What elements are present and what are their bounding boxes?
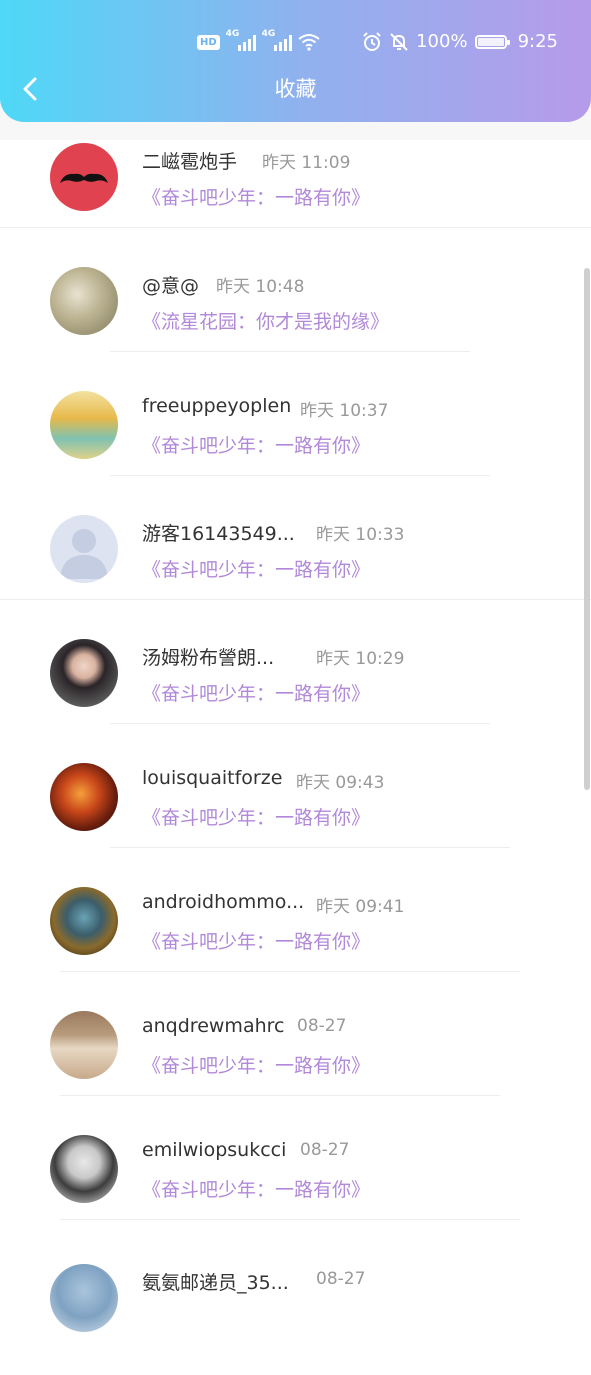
favorite-title[interactable]: 《奋斗吧少年：一路有你》 bbox=[142, 431, 370, 458]
signal-icon: 4G bbox=[226, 29, 256, 51]
list-item[interactable]: emilwiopsukcci 08-27 《奋斗吧少年：一路有你》 bbox=[0, 1127, 591, 1251]
list-item[interactable]: 二嵫雹炮手 昨天 11:09 《奋斗吧少年：一路有你》 bbox=[0, 135, 591, 259]
favorite-title[interactable]: 《奋斗吧少年：一路有你》 bbox=[142, 1051, 370, 1078]
default-user-icon bbox=[60, 529, 108, 579]
favorite-title[interactable]: 《奋斗吧少年：一路有你》 bbox=[142, 1175, 370, 1202]
timestamp: 昨天 10:29 bbox=[316, 649, 405, 669]
avatar[interactable] bbox=[50, 143, 118, 211]
avatar[interactable] bbox=[50, 391, 118, 459]
timestamp: 昨天 10:37 bbox=[300, 401, 389, 421]
timestamp: 08-27 bbox=[297, 1016, 347, 1036]
list-item[interactable]: anqdrewmahrc 08-27 《奋斗吧少年：一路有你》 bbox=[0, 1003, 591, 1127]
divider bbox=[110, 351, 470, 352]
page-title: 收藏 bbox=[274, 77, 317, 101]
divider bbox=[60, 971, 520, 972]
timestamp: 昨天 09:43 bbox=[296, 773, 385, 793]
user-name: 氨氨邮递员_35... bbox=[142, 1272, 289, 1294]
timestamp: 昨天 10:48 bbox=[216, 277, 305, 297]
avatar[interactable] bbox=[50, 763, 118, 831]
avatar[interactable] bbox=[50, 887, 118, 955]
mustache-icon bbox=[60, 173, 108, 183]
avatar[interactable] bbox=[50, 1011, 118, 1079]
user-name: @意@ bbox=[142, 275, 200, 297]
favorite-title[interactable]: 《奋斗吧少年：一路有你》 bbox=[142, 927, 370, 954]
app-header: HD 4G 4G 100% 9:25 收藏 bbox=[0, 0, 591, 122]
divider bbox=[110, 847, 510, 848]
timestamp: 昨天 11:09 bbox=[262, 153, 351, 173]
avatar[interactable] bbox=[50, 639, 118, 707]
user-name: 二嵫雹炮手 bbox=[142, 151, 238, 173]
status-right: 100% 9:25 bbox=[362, 31, 558, 52]
network-type-label: 4G bbox=[261, 29, 276, 39]
user-name: androidhommo... bbox=[142, 891, 305, 913]
battery-percent: 100% bbox=[416, 31, 468, 52]
wifi-icon bbox=[298, 34, 320, 51]
list-item[interactable]: louisquaitforze 昨天 09:43 《奋斗吧少年：一路有你》 bbox=[0, 755, 591, 879]
avatar[interactable] bbox=[50, 267, 118, 335]
divider bbox=[0, 227, 591, 228]
divider bbox=[110, 723, 490, 724]
user-name: anqdrewmahrc bbox=[142, 1015, 285, 1037]
timestamp: 08-27 bbox=[316, 1269, 366, 1289]
signal-icon: 4G bbox=[262, 29, 292, 51]
avatar[interactable] bbox=[50, 515, 118, 583]
user-name: louisquaitforze bbox=[142, 767, 283, 789]
network-type-label: 4G bbox=[225, 29, 240, 39]
battery-icon bbox=[474, 34, 510, 49]
list-item[interactable]: 汤姆粉布謍朗... 昨天 10:29 《奋斗吧少年：一路有你》 bbox=[0, 631, 591, 755]
favorite-title[interactable]: 《奋斗吧少年：一路有你》 bbox=[142, 555, 370, 582]
favorite-title[interactable]: 《奋斗吧少年：一路有你》 bbox=[142, 803, 370, 830]
favorite-title[interactable]: 《奋斗吧少年：一路有你》 bbox=[142, 679, 370, 706]
timestamp: 昨天 09:41 bbox=[316, 897, 405, 917]
divider bbox=[60, 1095, 500, 1096]
avatar[interactable] bbox=[50, 1135, 118, 1203]
list-item[interactable]: freeuppeyoplen 昨天 10:37 《奋斗吧少年：一路有你》 bbox=[0, 383, 591, 507]
divider bbox=[60, 1219, 520, 1220]
list-item[interactable]: @意@ 昨天 10:48 《流星花园：你才是我的缘》 bbox=[0, 259, 591, 383]
favorite-title[interactable]: 《流星花园：你才是我的缘》 bbox=[142, 307, 389, 334]
status-bar: HD 4G 4G 100% 9:25 bbox=[0, 29, 591, 58]
hd-badge: HD bbox=[197, 34, 220, 50]
avatar[interactable] bbox=[50, 1264, 118, 1332]
list-item[interactable]: 氨氨邮递员_35... 08-27 bbox=[0, 1251, 591, 1375]
timestamp: 昨天 10:33 bbox=[316, 525, 405, 545]
list-item[interactable]: androidhommo... 昨天 09:41 《奋斗吧少年：一路有你》 bbox=[0, 879, 591, 1003]
divider bbox=[0, 599, 591, 600]
scrollbar[interactable] bbox=[584, 268, 590, 790]
favorite-title[interactable]: 《奋斗吧少年：一路有你》 bbox=[142, 183, 370, 210]
clock: 9:25 bbox=[517, 31, 558, 52]
alarm-icon bbox=[363, 31, 381, 51]
divider bbox=[110, 475, 490, 476]
user-name: 游客16143549... bbox=[142, 523, 295, 545]
list-item[interactable]: 游客16143549... 昨天 10:33 《奋斗吧少年：一路有你》 bbox=[0, 507, 591, 631]
mute-bell-icon bbox=[390, 32, 408, 51]
user-name: freeuppeyoplen bbox=[142, 395, 292, 417]
status-left: HD 4G 4G bbox=[197, 29, 320, 51]
user-name: emilwiopsukcci bbox=[142, 1139, 287, 1161]
timestamp: 08-27 bbox=[300, 1140, 350, 1160]
user-name: 汤姆粉布謍朗... bbox=[142, 647, 275, 669]
